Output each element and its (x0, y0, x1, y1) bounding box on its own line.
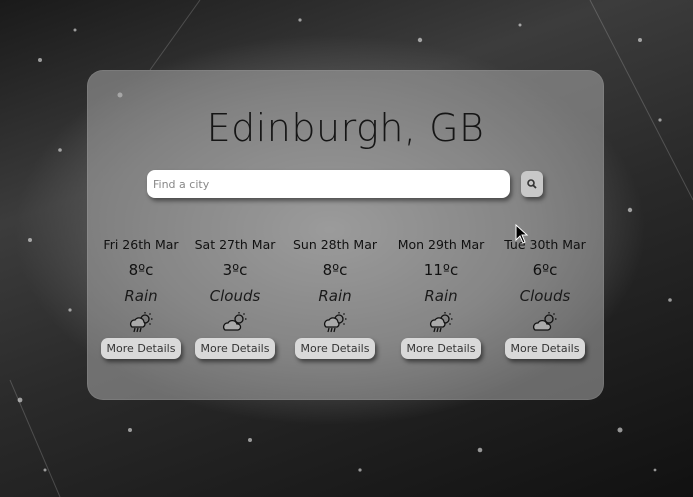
forecast-date: Sun 28th Mar (292, 237, 378, 252)
search-button[interactable] (521, 171, 543, 197)
location-title: Edinburgh, GB (206, 106, 485, 150)
forecast-condition: Rain (424, 287, 458, 305)
forecast-day: Tue 30th Mar 6ºc Clouds More Details (490, 237, 600, 359)
more-details-button[interactable]: More Details (400, 338, 482, 359)
more-details-button[interactable]: More Details (100, 338, 182, 359)
mouse-cursor-icon (515, 224, 529, 244)
city-search-input[interactable] (147, 170, 510, 198)
forecast-condition: Rain (318, 287, 352, 305)
forecast-day: Sun 28th Mar 8ºc Rain More Details (280, 237, 390, 359)
forecast-condition: Clouds (519, 287, 571, 305)
rain-sun-icon (322, 311, 348, 333)
forecast-temp: 6ºc (532, 261, 558, 279)
more-details-button[interactable]: More Details (194, 338, 276, 359)
rain-sun-icon (428, 311, 454, 333)
forecast-temp: 3ºc (222, 261, 248, 279)
forecast-date: Tue 30th Mar (504, 237, 586, 252)
forecast-date: Sat 27th Mar (194, 237, 276, 252)
forecast-condition: Clouds (209, 287, 261, 305)
more-details-button[interactable]: More Details (504, 338, 586, 359)
rain-sun-icon (128, 311, 154, 333)
forecast-date: Mon 29th Mar (397, 237, 485, 252)
forecast-day: Mon 29th Mar 11ºc Rain More Details (386, 237, 496, 359)
more-details-button[interactable]: More Details (294, 338, 376, 359)
forecast-temp: 11ºc (423, 261, 459, 279)
cloud-sun-icon (532, 311, 558, 333)
search-icon (527, 179, 537, 189)
forecast-temp: 8ºc (322, 261, 348, 279)
forecast-day: Sat 27th Mar 3ºc Clouds More Details (180, 237, 290, 359)
cloud-sun-icon (222, 311, 248, 333)
